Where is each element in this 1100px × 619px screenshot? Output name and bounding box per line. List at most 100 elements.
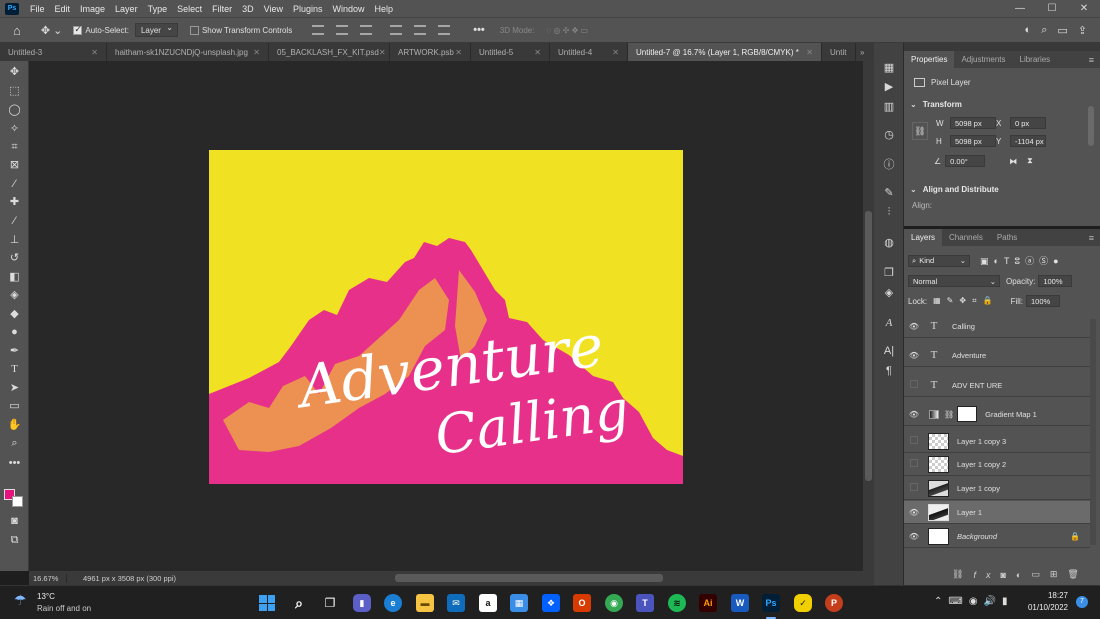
layer-row-adv-ent-ure[interactable]: T ADV ENT URE bbox=[904, 374, 1090, 397]
menu-edit[interactable]: Edit bbox=[50, 4, 76, 14]
lasso-tool-icon[interactable]: ◯ bbox=[7, 103, 22, 118]
visibility-eye-icon[interactable]: 👁 bbox=[904, 532, 924, 541]
more-options-icon[interactable]: ••• bbox=[468, 24, 490, 36]
marquee-tool-icon[interactable]: ⬚ bbox=[7, 84, 22, 99]
chevron-down-icon[interactable]: ⌄ bbox=[910, 185, 917, 194]
maximize-button[interactable]: ☐ bbox=[1036, 3, 1068, 14]
tab-backlash-fx-kit[interactable]: 05_BACKLASH_FX_KIT.psd ✕ bbox=[269, 43, 390, 61]
edge-browser-icon[interactable]: e bbox=[384, 594, 402, 612]
teams-chat-icon[interactable]: ▮ bbox=[353, 594, 371, 612]
character-panel-icon[interactable]: A bbox=[882, 316, 896, 330]
amazon-icon[interactable]: a bbox=[479, 594, 497, 612]
show-transform-controls-checkbox[interactable]: Show Transform Controls bbox=[189, 25, 292, 35]
visibility-toggle-off-icon[interactable] bbox=[904, 459, 924, 469]
pen-tool-icon[interactable]: ✒ bbox=[7, 344, 22, 359]
link-layers-icon[interactable]: ⛓ bbox=[952, 569, 973, 580]
visibility-toggle-off-icon[interactable] bbox=[904, 436, 924, 446]
microsoft-store-icon[interactable]: ▦ bbox=[510, 594, 528, 612]
layer-filter-kind-dropdown[interactable]: ⌕ Kind ⌄ bbox=[908, 254, 970, 267]
layer-row-calling[interactable]: 👁 T Calling bbox=[904, 315, 1090, 338]
flip-vertical-icon[interactable]: ⧗ bbox=[1027, 156, 1033, 166]
clone-source-icon[interactable]: ❐ bbox=[882, 266, 896, 280]
share-icon[interactable]: ◐ bbox=[1020, 24, 1037, 36]
background-color-swatch[interactable] bbox=[12, 496, 23, 507]
menu-select[interactable]: Select bbox=[172, 4, 207, 14]
weather-temperature[interactable]: 13°C bbox=[37, 592, 55, 601]
visibility-eye-icon[interactable]: 👁 bbox=[904, 322, 924, 331]
filter-icons[interactable]: ▣◐TⵓⓐⓈ● bbox=[980, 254, 1064, 267]
align-top-icon[interactable] bbox=[390, 25, 403, 35]
menu-type[interactable]: Type bbox=[143, 4, 173, 14]
workspace-icon[interactable]: ▭ bbox=[1052, 24, 1072, 37]
tab-adjustments[interactable]: Adjustments bbox=[954, 51, 1012, 68]
file-explorer-icon[interactable]: ▬ bbox=[416, 594, 434, 612]
healing-brush-tool-icon[interactable]: ✚ bbox=[7, 195, 22, 210]
history-clock-icon[interactable]: ◷ bbox=[882, 128, 896, 142]
new-layer-icon[interactable]: ⊞ bbox=[1050, 569, 1068, 580]
eraser-tool-icon[interactable]: ◧ bbox=[7, 270, 22, 285]
chrome-icon[interactable]: ◉ bbox=[605, 594, 623, 612]
opacity-field[interactable]: 100% bbox=[1038, 275, 1073, 287]
edit-toolbar-icon[interactable]: ••• bbox=[7, 456, 22, 471]
search-icon[interactable]: ⌕ bbox=[1036, 24, 1052, 37]
photoshop-taskbar-icon[interactable]: Ps bbox=[762, 594, 780, 612]
swatches-panel-icon[interactable]: ▥ bbox=[882, 100, 896, 114]
clock-time[interactable]: 18:27 bbox=[1030, 591, 1068, 600]
menu-filter[interactable]: Filter bbox=[207, 4, 237, 14]
tab-untitled-overflow[interactable]: Untit bbox=[822, 43, 856, 61]
move-tool-preset-icon[interactable]: ✥ ⌄ bbox=[36, 24, 68, 37]
tab-artwork[interactable]: ARTWORK.psb ✕ bbox=[390, 43, 471, 61]
hand-tool-icon[interactable]: ✋ bbox=[7, 418, 22, 433]
zoom-level[interactable]: 16.67% bbox=[29, 573, 67, 583]
todo-icon[interactable]: ✓ bbox=[794, 594, 812, 612]
layer-row-layer-1-copy-2[interactable]: Layer 1 copy 2 bbox=[904, 453, 1090, 476]
tab-overflow-button[interactable]: » bbox=[856, 43, 868, 61]
fill-field[interactable]: 100% bbox=[1026, 295, 1061, 307]
dodge-tool-icon[interactable]: ● bbox=[7, 325, 22, 340]
properties-scroll-thumb[interactable] bbox=[1088, 106, 1094, 146]
visibility-toggle-off-icon[interactable] bbox=[904, 483, 924, 493]
layer-row-background[interactable]: 👁 Background 🔒 bbox=[904, 525, 1090, 548]
y-position-field[interactable]: -1104 px bbox=[1010, 135, 1046, 147]
vertical-scroll-thumb[interactable] bbox=[865, 211, 872, 481]
menu-view[interactable]: View bbox=[259, 4, 288, 14]
tab-paths[interactable]: Paths bbox=[990, 229, 1024, 246]
history-panel-icon[interactable]: ▦ bbox=[882, 61, 896, 75]
tab-properties[interactable]: Properties bbox=[904, 51, 955, 68]
align-left-icon[interactable] bbox=[312, 25, 325, 35]
adjustments-icon[interactable]: ⫶ bbox=[882, 205, 896, 219]
tab-close-icon[interactable]: ✕ bbox=[612, 48, 619, 57]
align-center-icon[interactable] bbox=[336, 25, 349, 35]
layer-style-fx-icon[interactable]: fx bbox=[973, 570, 1000, 580]
align-bottom-icon[interactable] bbox=[438, 25, 451, 35]
dropbox-icon[interactable]: ❖ bbox=[542, 594, 560, 612]
delete-layer-icon[interactable]: 🗑 bbox=[1067, 569, 1088, 580]
menu-plugins[interactable]: Plugins bbox=[288, 4, 328, 14]
quick-mask-icon[interactable]: ◙ bbox=[7, 514, 22, 529]
zoom-tool-icon[interactable]: ⌕ bbox=[7, 436, 22, 451]
document-info[interactable]: 4961 px x 3508 px (300 ppi) bbox=[67, 574, 176, 583]
tab-close-icon[interactable]: ✕ bbox=[534, 48, 541, 57]
frame-tool-icon[interactable]: ⊠ bbox=[7, 158, 22, 173]
task-view-icon[interactable]: ❐ bbox=[321, 594, 339, 612]
clock-date[interactable]: 01/10/2022 bbox=[1024, 603, 1068, 612]
tab-libraries[interactable]: Libraries bbox=[1013, 51, 1058, 68]
menu-file[interactable]: File bbox=[25, 4, 50, 14]
paths-panel-icon[interactable]: ◈ bbox=[882, 286, 896, 300]
menu-layer[interactable]: Layer bbox=[110, 4, 143, 14]
tab-untitled-5[interactable]: Untitled-5 ✕ bbox=[471, 43, 550, 61]
weather-description[interactable]: Rain off and on bbox=[37, 604, 91, 613]
windows-start-icon[interactable] bbox=[258, 594, 276, 612]
width-field[interactable]: 5098 px bbox=[950, 117, 996, 129]
illustrator-icon[interactable]: Ai bbox=[699, 594, 717, 612]
auto-select-checkbox[interactable]: Auto-Select: bbox=[73, 24, 129, 35]
brush-tool-icon[interactable]: ⁄ bbox=[7, 214, 22, 229]
actions-play-icon[interactable]: ▶ bbox=[882, 80, 896, 94]
clone-stamp-tool-icon[interactable]: ⊥ bbox=[7, 233, 22, 248]
type-tool-icon[interactable]: T bbox=[7, 362, 22, 377]
height-field[interactable]: 5098 px bbox=[950, 135, 996, 147]
crop-tool-icon[interactable]: ⌗ bbox=[7, 140, 22, 155]
eyedropper-tool-icon[interactable]: ⁄ bbox=[7, 177, 22, 192]
menu-image[interactable]: Image bbox=[75, 4, 110, 14]
visibility-eye-icon[interactable]: 👁 bbox=[904, 351, 924, 360]
